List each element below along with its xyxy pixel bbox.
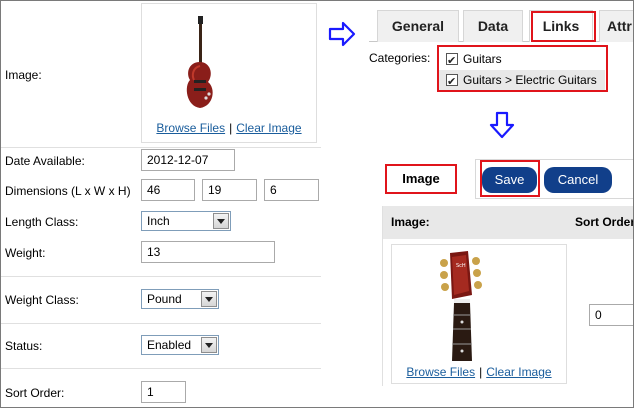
divider (1, 368, 321, 369)
weight-label: Weight: (5, 246, 46, 260)
browse-files-link[interactable]: Browse Files (406, 365, 475, 379)
guitar-image (186, 16, 213, 108)
status-value: Enabled (147, 338, 192, 352)
dropdown-arrow-icon[interactable] (201, 291, 217, 307)
tab-attributes[interactable]: Attr (599, 10, 633, 42)
tab-data[interactable]: Data (463, 10, 523, 42)
clear-image-link[interactable]: Clear Image (236, 121, 301, 135)
dropdown-arrow-icon[interactable] (213, 213, 229, 229)
length-class-select[interactable]: Inch (141, 211, 231, 231)
divider (1, 147, 321, 148)
status-select[interactable]: Enabled (141, 335, 219, 355)
arrow-down-icon (489, 111, 515, 139)
divider (1, 276, 321, 277)
image-panel: Image: Sort Order ScH Browse Files | Clear… (382, 206, 634, 386)
categories-highlight (437, 45, 608, 92)
arrow-right-icon (328, 21, 356, 47)
browse-files-link[interactable]: Browse Files (156, 121, 225, 135)
dimensions-label: Dimensions (L x W x H) (5, 184, 131, 198)
tab-image[interactable]: Image (385, 164, 457, 194)
additional-image-box: ScH Browse Files | Clear Image (391, 244, 567, 384)
clear-image-link[interactable]: Clear Image (486, 365, 551, 379)
length-class-value: Inch (147, 214, 170, 228)
sort-order-label: Sort Order: (5, 386, 65, 400)
product-image-box: Browse Files | Clear Image (141, 3, 317, 143)
cancel-button[interactable]: Cancel (544, 167, 612, 193)
image-table-header: Image: Sort Order (383, 206, 634, 239)
svg-text:ScH: ScH (456, 263, 466, 269)
width-input[interactable] (202, 179, 257, 201)
image-links: Browse Files | Clear Image (392, 365, 566, 379)
weight-class-label: Weight Class: (5, 293, 79, 307)
image-column-header: Image: (391, 215, 430, 229)
sort-order-input[interactable] (141, 381, 186, 403)
image-sort-order-input[interactable]: 0 (589, 304, 633, 326)
divider (1, 323, 321, 324)
status-label: Status: (5, 339, 43, 353)
save-highlight (480, 160, 540, 197)
link-separator: | (479, 365, 483, 379)
height-input[interactable] (264, 179, 319, 201)
guitar-headstock-image: ScH (440, 251, 482, 361)
image-links: Browse Files | Clear Image (142, 121, 316, 135)
length-input[interactable] (141, 179, 195, 201)
weight-class-value: Pound (147, 292, 182, 306)
image-label: Image: (5, 68, 42, 82)
screenshot-frame: Image: Browse Files | Clear Image Date Ava… (0, 0, 634, 408)
length-class-label: Length Class: (5, 215, 79, 229)
links-tab-highlight (531, 11, 596, 42)
date-available-label: Date Available: (5, 154, 85, 168)
tab-general[interactable]: General (377, 10, 459, 42)
sort-order-column-header: Sort Order (575, 215, 634, 229)
categories-label: Categories: (369, 51, 431, 65)
link-separator: | (229, 121, 233, 135)
weight-class-select[interactable]: Pound (141, 289, 219, 309)
dropdown-arrow-icon[interactable] (201, 337, 217, 353)
date-available-input[interactable] (141, 149, 235, 171)
weight-input[interactable] (141, 241, 275, 263)
